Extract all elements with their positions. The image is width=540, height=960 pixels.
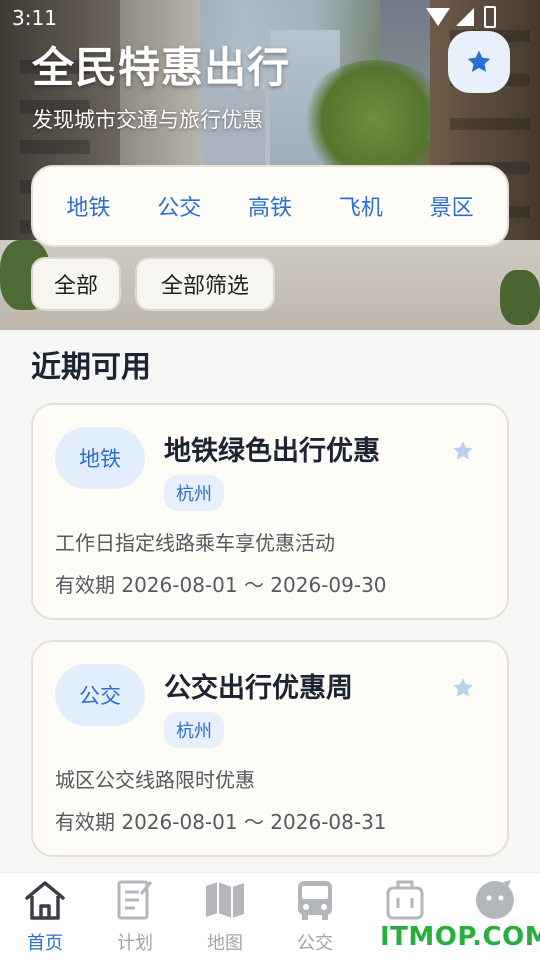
tab-label: 地图 bbox=[207, 933, 243, 954]
category-bus[interactable]: 公交 bbox=[151, 182, 207, 230]
wifi-icon bbox=[426, 8, 450, 26]
category-scenic-spot[interactable]: 景区 bbox=[424, 182, 480, 230]
hero-bg-tree bbox=[300, 60, 450, 180]
hero-bg-bush bbox=[500, 270, 540, 325]
tab-bus[interactable]: 公交 bbox=[270, 877, 360, 957]
bus-icon bbox=[292, 877, 338, 923]
deal-city-tag: 杭州 bbox=[164, 712, 224, 748]
tab-label: 计划 bbox=[117, 933, 153, 954]
tab-label: 首页 bbox=[27, 933, 63, 954]
star-icon[interactable] bbox=[451, 676, 475, 700]
deal-type-badge: 地铁 bbox=[55, 427, 145, 489]
deal-description: 城区公交线路限时优惠 bbox=[55, 768, 255, 792]
tab-home[interactable]: 首页 bbox=[0, 877, 90, 957]
watermark: ITMOP.COM bbox=[380, 922, 540, 952]
deal-description: 工作日指定线路乘车享优惠活动 bbox=[55, 531, 335, 555]
category-bar: 地铁 公交 高铁 飞机 景区 bbox=[31, 165, 509, 247]
page-subtitle: 发现城市交通与旅行优惠 bbox=[32, 108, 263, 132]
home-icon bbox=[22, 877, 68, 923]
tab-plan[interactable]: 计划 bbox=[90, 877, 180, 957]
page-title: 全民特惠出行 bbox=[32, 43, 291, 92]
deal-city-tag: 杭州 bbox=[164, 475, 224, 511]
deal-card[interactable]: 地铁 地铁绿色出行优惠 杭州 工作日指定线路乘车享优惠活动 有效期 2026-0… bbox=[31, 403, 509, 620]
status-time: 3:11 bbox=[12, 6, 57, 30]
luggage-icon bbox=[382, 877, 428, 923]
deal-title: 地铁绿色出行优惠 bbox=[164, 436, 380, 467]
category-metro[interactable]: 地铁 bbox=[60, 182, 116, 230]
status-icons bbox=[426, 6, 506, 28]
deal-validity: 有效期 2026-08-01 ～ 2026-09-30 bbox=[55, 573, 387, 597]
favorites-button[interactable] bbox=[448, 31, 510, 93]
deal-title: 公交出行优惠周 bbox=[164, 673, 353, 704]
deal-type-badge: 公交 bbox=[55, 664, 145, 726]
profile-avatar-icon bbox=[472, 877, 518, 923]
star-icon bbox=[467, 50, 491, 72]
filter-all-chip[interactable]: 全部 bbox=[31, 257, 121, 311]
hero-banner: 3:11 全民特惠出行 发现城市交通与旅行优惠 地铁 公交 高铁 飞机 景区 全… bbox=[0, 0, 540, 330]
deal-validity: 有效期 2026-08-01 ～ 2026-08-31 bbox=[55, 810, 387, 834]
notepad-icon bbox=[112, 877, 158, 923]
tab-label: 公交 bbox=[297, 933, 333, 954]
category-high-speed-rail[interactable]: 高铁 bbox=[242, 182, 298, 230]
signal-icon bbox=[456, 8, 474, 26]
hero-bg-building bbox=[120, 0, 200, 190]
battery-icon bbox=[484, 6, 496, 28]
map-icon bbox=[202, 877, 248, 923]
section-title: 近期可用 bbox=[31, 350, 151, 385]
deal-card[interactable]: 公交 公交出行优惠周 杭州 城区公交线路限时优惠 有效期 2026-08-01 … bbox=[31, 640, 509, 857]
filter-all-options-chip[interactable]: 全部筛选 bbox=[135, 257, 275, 311]
tab-map[interactable]: 地图 bbox=[180, 877, 270, 957]
category-flight[interactable]: 飞机 bbox=[333, 182, 389, 230]
star-icon[interactable] bbox=[451, 439, 475, 463]
